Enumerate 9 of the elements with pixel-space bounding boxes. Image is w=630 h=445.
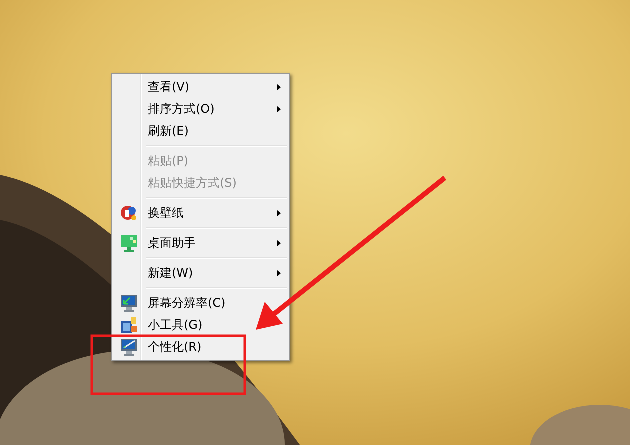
- menu-item[interactable]: 刷新(E): [114, 120, 287, 142]
- menu-item[interactable]: 查看(V): [114, 76, 287, 98]
- menu-item[interactable]: 小工具(G): [114, 314, 287, 336]
- menu-item[interactable]: 新建(W): [114, 262, 287, 284]
- menu-item[interactable]: 换壁纸: [114, 202, 287, 224]
- menu-item[interactable]: 个性化(R): [114, 336, 287, 358]
- menu-item[interactable]: 排序方式(O): [114, 98, 287, 120]
- menu-item[interactable]: 屏幕分辨率(C): [114, 292, 287, 314]
- menu-item[interactable]: 桌面助手: [114, 232, 287, 254]
